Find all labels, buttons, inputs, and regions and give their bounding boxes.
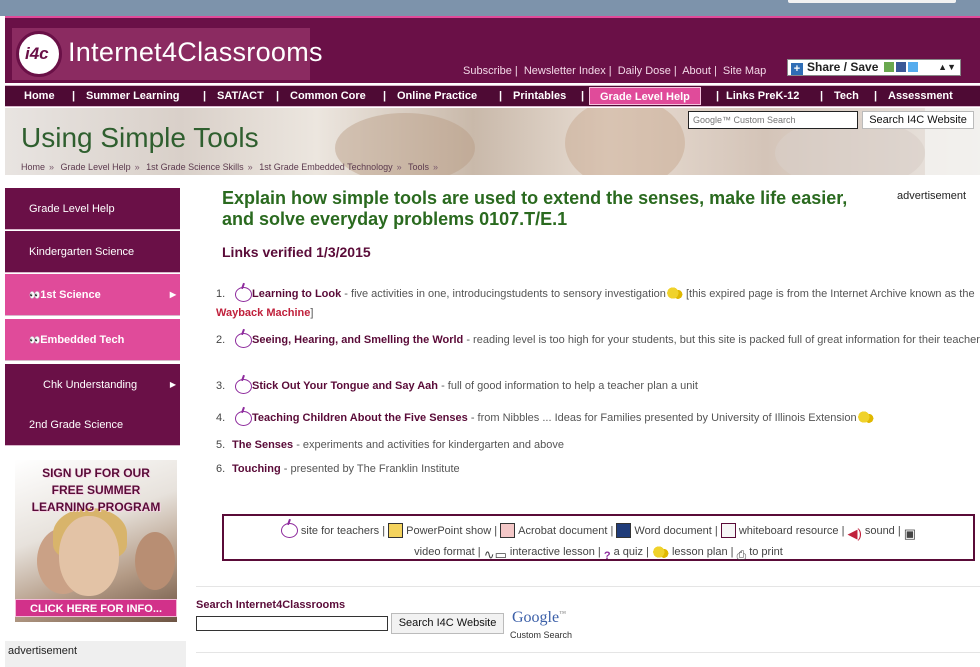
lesson-plan-icon — [665, 286, 683, 300]
site-logo[interactable]: i4c Internet4Classrooms — [12, 28, 323, 80]
daily-dose-link[interactable]: Daily Dose — [618, 65, 671, 77]
resource-link[interactable]: Touching — [232, 463, 281, 475]
sidebar-ad-label: advertisement — [5, 641, 186, 667]
apple-icon — [232, 407, 252, 426]
standard-title: Explain how simple tools are used to ext… — [222, 188, 848, 229]
sidebar-item-embedded-tech[interactable]: 👀Embedded Tech — [5, 319, 180, 361]
top-links: Subscribe | Newsletter Index | Daily Dose |… — [463, 65, 767, 77]
wayback-machine-link[interactable]: Wayback Machine — [216, 307, 310, 319]
apple-icon — [232, 283, 252, 302]
logo-badge-icon: i4c — [16, 31, 62, 77]
links-verified: Links verified 1/3/2015 — [222, 244, 371, 260]
printer-icon: ⎙ — [736, 548, 747, 562]
site-name: Internet4Classrooms — [68, 37, 323, 67]
nav-grade-level-help[interactable]: Grade Level Help — [589, 87, 701, 105]
sidebar-item-chk-understanding[interactable]: Chk Understanding ▶ — [5, 364, 180, 406]
interactive-lesson-icon: ∿▭ — [483, 547, 507, 562]
email-share-icon — [883, 62, 894, 72]
promo-cta[interactable]: CLICK HERE FOR INFO... — [15, 599, 177, 617]
list-item: 3. Stick Out Your Tongue and Say Aah - fu… — [216, 375, 980, 396]
browser-top-strip — [0, 0, 980, 16]
divider — [196, 586, 980, 587]
promo-photo-shape — [135, 532, 175, 590]
list-item: 1. Learning to Look - five activities in … — [216, 283, 980, 323]
sidebar-item-1st-science[interactable]: 👀1st Science ▶ — [5, 274, 180, 316]
powerpoint-icon — [388, 523, 404, 538]
word-icon — [616, 523, 632, 538]
list-item: 4. Teaching Children About the Five Sense… — [216, 407, 980, 428]
page-banner: Using Simple Tools Home» Grade Level Hel… — [5, 108, 980, 175]
twitter-icon — [907, 62, 918, 72]
page-title: Using Simple Tools — [21, 122, 259, 153]
search-input[interactable] — [196, 616, 388, 631]
breadcrumb-current: Tools — [408, 162, 430, 172]
breadcrumb: Home» Grade Level Help» 1st Grade Scienc… — [21, 162, 439, 172]
summer-program-promo[interactable]: SIGN UP FOR OUR FREE SUMMER LEARNING PRO… — [15, 460, 177, 622]
subscribe-link[interactable]: Subscribe — [463, 65, 512, 77]
main-nav: Home | Summer Learning | SAT/ACT | Commo… — [5, 85, 980, 107]
search-label: Search Internet4Classrooms — [196, 599, 346, 611]
nav-tech[interactable]: Tech — [834, 86, 859, 106]
nav-assessment[interactable]: Assessment — [888, 86, 953, 106]
resource-link[interactable]: Stick Out Your Tongue and Say Aah — [252, 380, 438, 392]
banner-search-button[interactable]: Search I4C Website — [862, 111, 974, 129]
apple-icon — [232, 329, 252, 348]
sidebar-item-kindergarten-science[interactable]: Kindergarten Science — [5, 231, 180, 273]
site-header: i4c Internet4Classrooms Subscribe | Newsl… — [5, 16, 980, 83]
ad-label: advertisement — [897, 190, 967, 202]
banner-photo-shape — [565, 108, 685, 175]
icon-legend: site for teachers | PowerPoint show | Ac… — [222, 514, 975, 562]
nav-printables[interactable]: Printables — [513, 86, 566, 106]
sidebar-item-2nd-grade-science[interactable]: 2nd Grade Science — [5, 404, 180, 446]
apple-icon — [278, 519, 298, 538]
eyes-icon: 👀 — [29, 335, 40, 345]
nav-online-practice[interactable]: Online Practice — [397, 86, 477, 106]
about-link[interactable]: About — [682, 65, 711, 77]
apple-icon — [232, 375, 252, 394]
breadcrumb-embedded-technology[interactable]: 1st Grade Embedded Technology — [259, 162, 392, 172]
lesson-plan-icon — [856, 410, 874, 424]
nav-links-prek-12[interactable]: Links PreK-12 — [726, 86, 799, 106]
list-item: 6. Touching - presented by The Franklin I… — [216, 463, 460, 475]
newsletter-index-link[interactable]: Newsletter Index — [524, 65, 606, 77]
top-widget — [788, 0, 956, 3]
resource-link[interactable]: Seeing, Hearing, and Smelling the World — [252, 334, 463, 346]
acrobat-icon — [500, 523, 516, 538]
chevron-down-icon: ▲▼ — [938, 62, 956, 72]
whiteboard-icon — [720, 523, 736, 538]
list-item: 2. Seeing, Hearing, and Smelling the Worl… — [216, 329, 980, 350]
eyes-icon: 👀 — [29, 290, 40, 300]
sound-icon: ◀) — [847, 526, 862, 541]
quiz-icon: ? — [603, 550, 611, 562]
promo-heading: SIGN UP FOR OUR FREE SUMMER LEARNING PRO… — [31, 466, 161, 514]
breadcrumb-grade-level-help[interactable]: Grade Level Help — [61, 162, 131, 172]
site-map-link[interactable]: Site Map — [723, 65, 766, 77]
nav-summer-learning[interactable]: Summer Learning — [86, 86, 180, 106]
sidebar-item-grade-level-help[interactable]: Grade Level Help — [5, 188, 180, 230]
chevron-right-icon: ▶ — [169, 380, 176, 389]
list-item: 5. The Senses - experiments and activitie… — [216, 439, 565, 451]
resource-link[interactable]: The Senses — [232, 439, 293, 451]
chevron-right-icon: ▶ — [169, 290, 176, 299]
google-custom-search-label: Custom Search — [510, 630, 573, 640]
facebook-icon — [895, 62, 906, 72]
nav-common-core[interactable]: Common Core — [290, 86, 366, 106]
google-logo: Google™ — [512, 609, 566, 626]
divider — [196, 652, 980, 653]
breadcrumb-home[interactable]: Home — [21, 162, 45, 172]
promo-photo-shape — [59, 516, 119, 596]
banner-search-input[interactable] — [688, 111, 858, 129]
share-save-button[interactable]: + Share / Save ▲▼ — [787, 59, 961, 76]
resource-link[interactable]: Teaching Children About the Five Senses — [252, 412, 468, 424]
plus-icon: + — [791, 63, 803, 75]
video-icon: ▣ — [903, 526, 917, 541]
lesson-plan-icon — [651, 545, 669, 559]
resource-link[interactable]: Learning to Look — [252, 288, 341, 300]
breadcrumb-1st-grade-science[interactable]: 1st Grade Science Skills — [146, 162, 244, 172]
search-button[interactable]: Search I4C Website — [391, 613, 504, 634]
nav-sat-act[interactable]: SAT/ACT — [217, 86, 264, 106]
nav-home[interactable]: Home — [24, 86, 55, 106]
